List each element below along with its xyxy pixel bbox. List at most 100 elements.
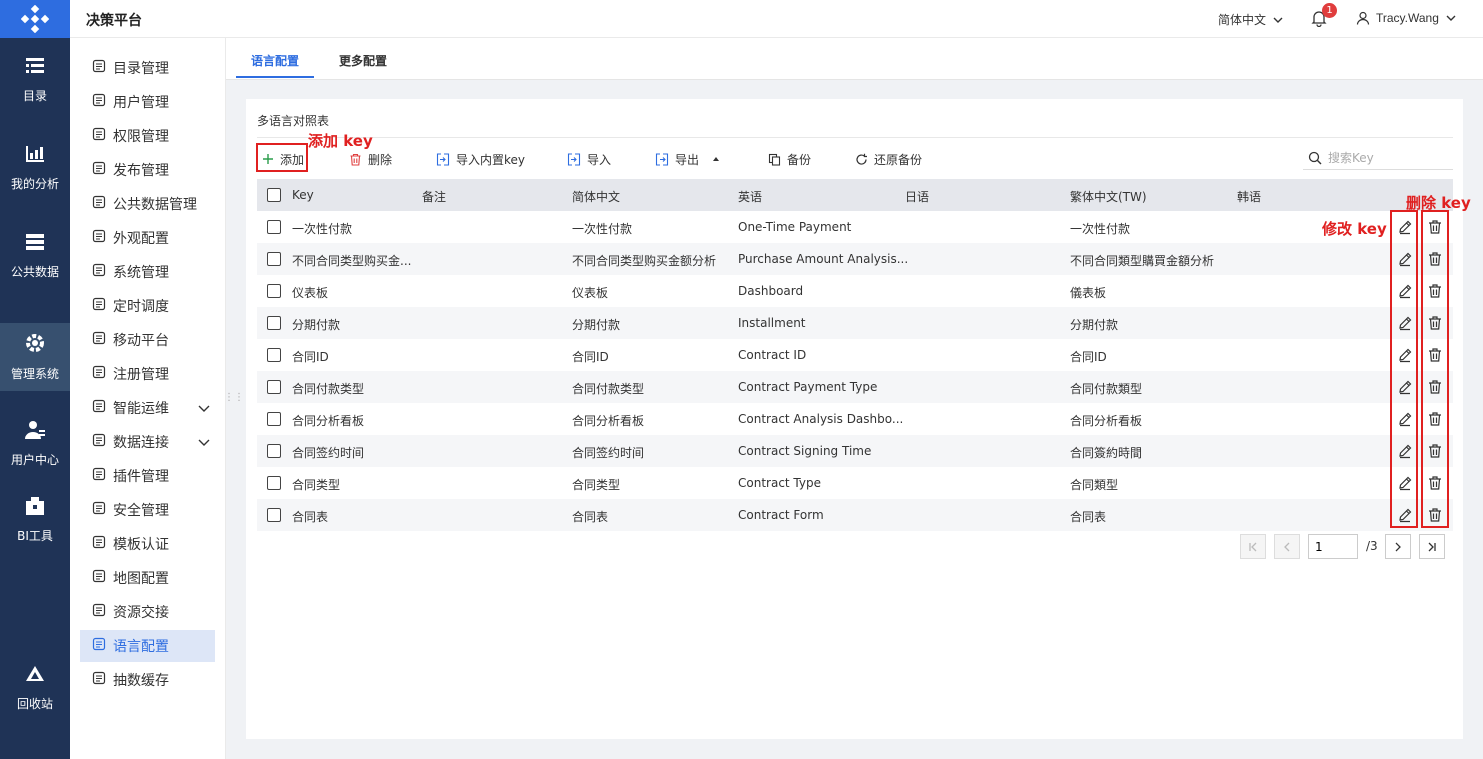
- page-number-input[interactable]: [1308, 534, 1358, 559]
- row-checkbox[interactable]: [267, 348, 281, 362]
- table-row[interactable]: 一次性付款 一次性付款 One-Time Payment 一次性付款: [257, 211, 1453, 243]
- first-page-button[interactable]: [1240, 534, 1266, 559]
- user-menu[interactable]: Tracy.Wang: [1356, 11, 1457, 25]
- chevron-down-icon[interactable]: [197, 401, 211, 419]
- sidebar-item[interactable]: 模板认证: [80, 528, 215, 560]
- active-tab-indicator: [236, 76, 314, 78]
- column-header: Key: [292, 188, 314, 202]
- sidebar-item-label: 注册管理: [113, 367, 169, 383]
- rail-item[interactable]: 公共数据: [0, 222, 70, 290]
- backup-button[interactable]: 备份: [768, 151, 811, 167]
- sidebar-item-label: 模板认证: [113, 537, 169, 553]
- chevron-down-icon[interactable]: [197, 435, 211, 453]
- sidebar-item[interactable]: 移动平台: [80, 324, 215, 356]
- row-checkbox[interactable]: [267, 476, 281, 490]
- rail-item[interactable]: 回收站: [0, 654, 70, 722]
- row-checkbox[interactable]: [267, 284, 281, 298]
- table-cell: 合同付款类型: [292, 382, 365, 396]
- toolbox-icon: [24, 496, 46, 519]
- sidebar-item[interactable]: 插件管理: [80, 460, 215, 492]
- import-button[interactable]: 导入: [567, 151, 611, 167]
- sidebar-item[interactable]: 目录管理: [80, 52, 215, 84]
- tab-language-config[interactable]: 语言配置: [251, 52, 299, 69]
- table-row[interactable]: 分期付款 分期付款 Installment 分期付款: [257, 307, 1453, 339]
- sidebar-item-label: 语言配置: [113, 639, 169, 655]
- delete-button[interactable]: 删除: [349, 151, 392, 167]
- database-icon: [24, 232, 46, 255]
- sidebar-item[interactable]: 公共数据管理: [80, 188, 215, 220]
- row-checkbox[interactable]: [267, 508, 281, 522]
- table-row[interactable]: 合同ID 合同ID Contract ID 合同ID: [257, 339, 1453, 371]
- next-page-button[interactable]: [1385, 534, 1411, 559]
- resize-handle-icon[interactable]: ⋮⋮: [224, 392, 244, 403]
- row-checkbox[interactable]: [267, 316, 281, 330]
- sidebar-item[interactable]: 注册管理: [80, 358, 215, 390]
- sidebar-item[interactable]: 系统管理: [80, 256, 215, 288]
- language-selector[interactable]: 简体中文: [1218, 11, 1284, 28]
- rail-item-label: 我的分析: [10, 177, 59, 191]
- search-box[interactable]: [1303, 146, 1453, 170]
- delete-label: 删除: [368, 152, 393, 167]
- sidebar-item[interactable]: 地图配置: [80, 562, 215, 594]
- sidebar-item[interactable]: 权限管理: [80, 120, 215, 152]
- import-builtin-key-label: 导入内置key: [456, 152, 526, 167]
- sidebar-item[interactable]: 安全管理: [80, 494, 215, 526]
- table-row[interactable]: 合同类型 合同类型 Contract Type 合同類型: [257, 467, 1453, 499]
- table-header: Key 备注 简体中文 英语 日语 繁体中文(TW) 韩语: [257, 179, 1453, 211]
- table-row[interactable]: 合同付款类型 合同付款类型 Contract Payment Type 合同付款類型: [257, 371, 1453, 403]
- table-row[interactable]: 合同分析看板 合同分析看板 Contract Analysis Dashbo... 合…: [257, 403, 1453, 435]
- restore-backup-button[interactable]: 还原备份: [855, 151, 922, 167]
- table-cell: 合同類型: [1070, 478, 1119, 492]
- table-row[interactable]: 不同合同类型购买金... 不同合同类型购买金额分析 Purchase Amount …: [257, 243, 1453, 275]
- table-cell: 合同签约时间: [292, 446, 365, 460]
- table-cell: 一次性付款: [572, 222, 633, 236]
- table-cell: 合同分析看板: [292, 414, 365, 428]
- recycle-icon: [24, 664, 46, 687]
- table-cell: Contract Signing Time: [738, 444, 872, 458]
- rail-item[interactable]: 我的分析: [0, 134, 70, 202]
- sidebar-item[interactable]: 定时调度: [80, 290, 215, 322]
- table-cell: 合同ID: [1070, 350, 1107, 364]
- export-button[interactable]: 导出: [655, 151, 721, 167]
- sidebar-item-icon: [92, 535, 106, 553]
- sidebar-item[interactable]: 资源交接: [80, 596, 215, 628]
- sidebar-item[interactable]: 智能运维: [80, 392, 215, 424]
- sidebar-item-icon: [92, 161, 106, 179]
- row-checkbox[interactable]: [267, 220, 281, 234]
- search-icon: [1308, 151, 1322, 164]
- select-all-checkbox[interactable]: [267, 188, 281, 202]
- import-builtin-key-button[interactable]: 导入内置key: [436, 151, 525, 167]
- table-cell: 分期付款: [572, 318, 621, 332]
- table-cell: 合同分析看板: [1070, 414, 1143, 428]
- backup-label: 备份: [787, 152, 812, 167]
- row-checkbox[interactable]: [267, 444, 281, 458]
- sidebar-item[interactable]: 用户管理: [80, 86, 215, 118]
- rail-item[interactable]: BI工具: [0, 486, 70, 554]
- sidebar-item[interactable]: 数据连接: [80, 426, 215, 458]
- sidebar-item[interactable]: 语言配置: [80, 630, 215, 662]
- rail-item[interactable]: 目录: [0, 46, 70, 114]
- prev-page-button[interactable]: [1274, 534, 1300, 559]
- delete-key-highlight: [1421, 210, 1449, 528]
- rail-item[interactable]: 用户中心: [0, 410, 70, 478]
- sidebar-item-label: 外观配置: [113, 231, 169, 247]
- table-cell: Purchase Amount Analysis...: [738, 252, 909, 266]
- sidebar-item-icon: [92, 501, 106, 519]
- app-logo[interactable]: [0, 0, 70, 38]
- row-checkbox[interactable]: [267, 380, 281, 394]
- main-panel: 多语言对照表 添加 删除 导入内置key 导入 导出 备份 还原备份 Key 备…: [246, 99, 1463, 739]
- sidebar-item-icon: [92, 603, 106, 621]
- table-row[interactable]: 合同签约时间 合同签约时间 Contract Signing Time 合同簽約時間: [257, 435, 1453, 467]
- row-checkbox[interactable]: [267, 412, 281, 426]
- table-row[interactable]: 仪表板 仪表板 Dashboard 儀表板: [257, 275, 1453, 307]
- rail-item[interactable]: 管理系统: [0, 323, 70, 391]
- search-input[interactable]: [1328, 150, 1446, 165]
- table-row[interactable]: 合同表 合同表 Contract Form 合同表: [257, 499, 1453, 531]
- sidebar-item[interactable]: 发布管理: [80, 154, 215, 186]
- tab-more-config[interactable]: 更多配置: [339, 52, 387, 69]
- chevron-right-icon: [1395, 542, 1401, 551]
- last-page-button[interactable]: [1419, 534, 1445, 559]
- sidebar-item[interactable]: 外观配置: [80, 222, 215, 254]
- row-checkbox[interactable]: [267, 252, 281, 266]
- sidebar-item[interactable]: 抽数缓存: [80, 664, 215, 696]
